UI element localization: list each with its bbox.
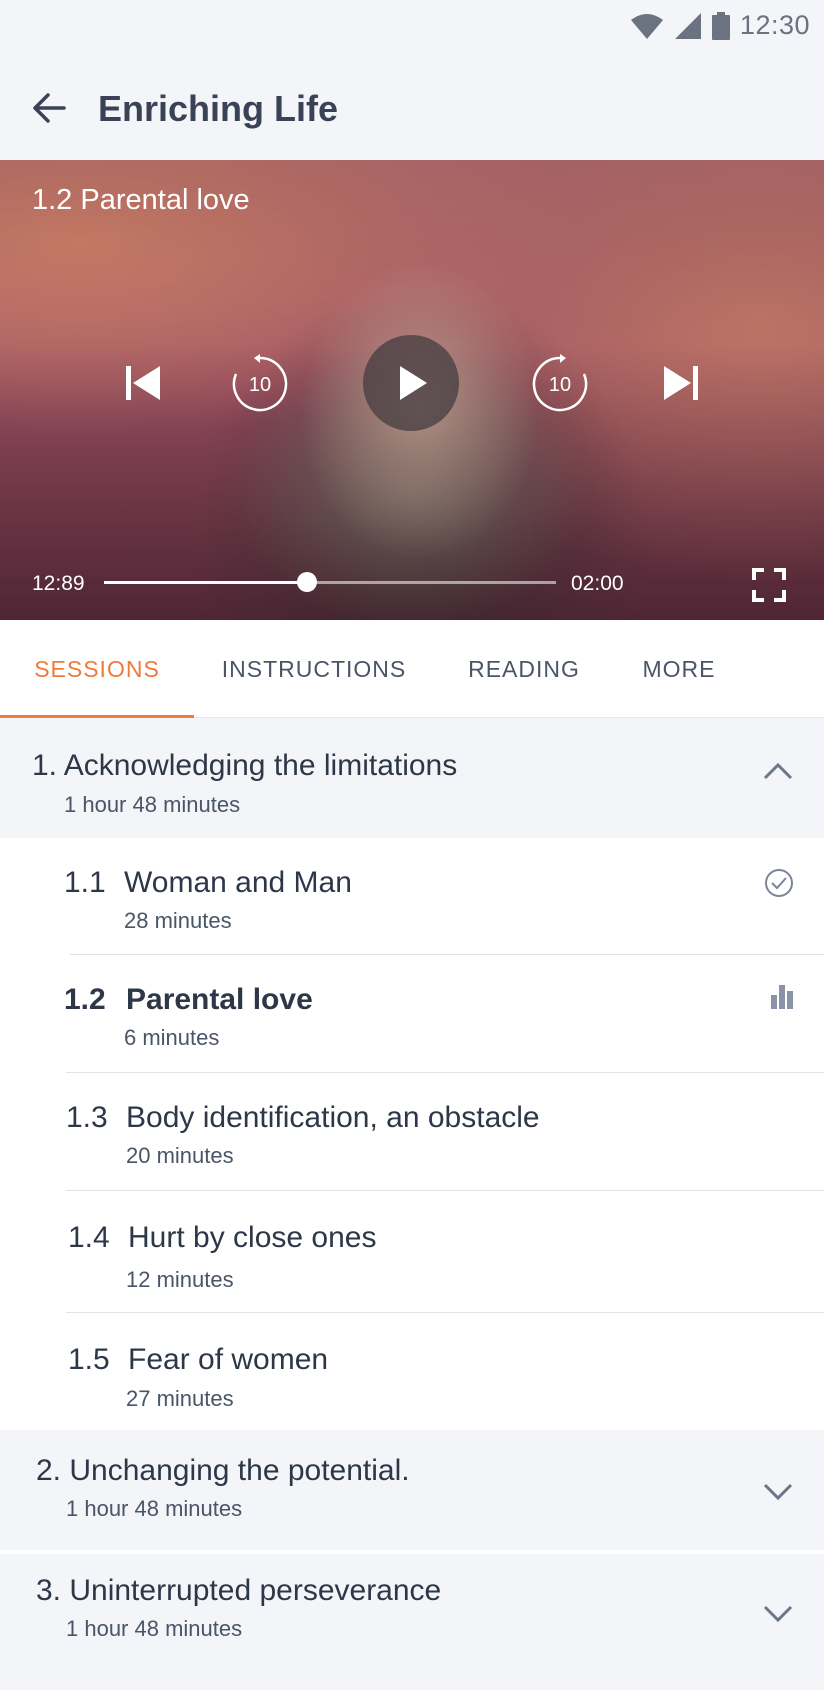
section-header-2[interactable]: 2. Unchanging the potential. 1 hour 48 m…	[0, 1430, 824, 1546]
session-number: 1.4	[68, 1221, 110, 1254]
session-title: Body identification, an obstacle	[126, 1101, 540, 1134]
battery-icon	[711, 11, 730, 40]
section-header-1[interactable]: 1. Acknowledging the limitations 1 hour …	[0, 719, 824, 838]
session-duration: 6 minutes	[124, 1025, 220, 1050]
wifi-icon	[630, 13, 663, 39]
session-title: Parental love	[126, 983, 313, 1016]
session-list: 1.1 Woman and Man 28 minutes 1.2 Parenta…	[0, 838, 824, 1430]
status-bar: 12:30	[0, 0, 824, 52]
session-item-1-3[interactable]: 1.3 Body identification, an obstacle 20 …	[0, 1073, 824, 1191]
session-number: 1.2	[64, 983, 106, 1016]
tab-indicator	[0, 715, 194, 718]
chevron-down-icon[interactable]	[762, 1604, 794, 1624]
forward-10-icon: 10	[532, 354, 588, 412]
section-title: 1. Acknowledging the limitations	[32, 749, 458, 782]
session-duration: 20 minutes	[126, 1143, 234, 1168]
fullscreen-icon	[752, 568, 786, 602]
play-button[interactable]	[363, 335, 459, 431]
arrow-left-icon	[33, 93, 66, 123]
session-title: Fear of women	[128, 1343, 329, 1376]
tab-more[interactable]: MORE	[614, 620, 744, 718]
status-icons: 12:30	[630, 10, 810, 41]
tab-reading[interactable]: READING	[434, 620, 614, 718]
session-number: 1.5	[68, 1343, 110, 1376]
equalizer-icon	[771, 985, 793, 1009]
session-number: 1.3	[66, 1101, 108, 1134]
video-player[interactable]: 1.2 Parental love 10 10 12:89 02:00	[0, 160, 824, 620]
tab-bar: SESSIONS INSTRUCTIONS READING MORE	[0, 620, 824, 718]
session-item-1-2[interactable]: 1.2 Parental love 6 minutes	[0, 955, 824, 1073]
session-item-1-5[interactable]: 1.5 Fear of women 27 minutes	[0, 1313, 824, 1430]
rewind-seconds-label: 10	[249, 374, 271, 396]
skip-next-icon	[664, 366, 698, 400]
rewind-10-button[interactable]: 10	[230, 354, 290, 414]
page-title: Enriching Life	[98, 88, 339, 129]
session-item-1-4[interactable]: 1.4 Hurt by close ones 12 minutes	[0, 1191, 824, 1313]
elapsed-time: 12:89	[32, 572, 85, 595]
session-title: Woman and Man	[124, 866, 352, 899]
session-item-1-1[interactable]: 1.1 Woman and Man 28 minutes	[0, 838, 824, 955]
check-circle-icon	[765, 869, 793, 897]
session-duration: 27 minutes	[126, 1386, 234, 1411]
section-duration: 1 hour 48 minutes	[66, 1496, 243, 1521]
total-duration: 02:00	[571, 572, 624, 595]
seek-bar-fill	[104, 581, 308, 584]
session-number: 1.1	[64, 866, 106, 899]
session-duration: 12 minutes	[126, 1267, 234, 1292]
session-title: Hurt by close ones	[128, 1221, 377, 1254]
forward-10-button[interactable]: 10	[530, 354, 590, 414]
forward-seconds-label: 10	[549, 374, 571, 396]
session-duration: 28 minutes	[124, 908, 232, 933]
section-header-3[interactable]: 3. Uninterrupted perseverance 1 hour 48 …	[0, 1550, 824, 1670]
status-time: 12:30	[739, 10, 810, 40]
chevron-up-icon[interactable]	[762, 761, 794, 781]
play-icon	[400, 366, 427, 400]
seek-bar[interactable]	[104, 572, 556, 592]
section-duration: 1 hour 48 minutes	[64, 792, 241, 817]
tab-instructions[interactable]: INSTRUCTIONS	[194, 620, 434, 718]
section-title: 3. Uninterrupted perseverance	[36, 1574, 442, 1607]
now-playing-title: 1.2 Parental love	[32, 184, 250, 216]
section-duration: 1 hour 48 minutes	[66, 1616, 243, 1641]
fullscreen-button[interactable]	[748, 564, 790, 606]
skip-previous-icon	[126, 366, 160, 400]
next-button[interactable]	[656, 358, 706, 408]
previous-button[interactable]	[118, 358, 168, 408]
back-button[interactable]	[28, 86, 72, 130]
signal-icon	[674, 12, 701, 39]
app-bar: Enriching Life	[0, 52, 824, 160]
chevron-down-icon[interactable]	[762, 1482, 794, 1502]
section-title: 2. Unchanging the potential.	[36, 1454, 410, 1487]
tab-sessions[interactable]: SESSIONS	[0, 620, 194, 718]
replay-10-icon: 10	[232, 354, 288, 412]
